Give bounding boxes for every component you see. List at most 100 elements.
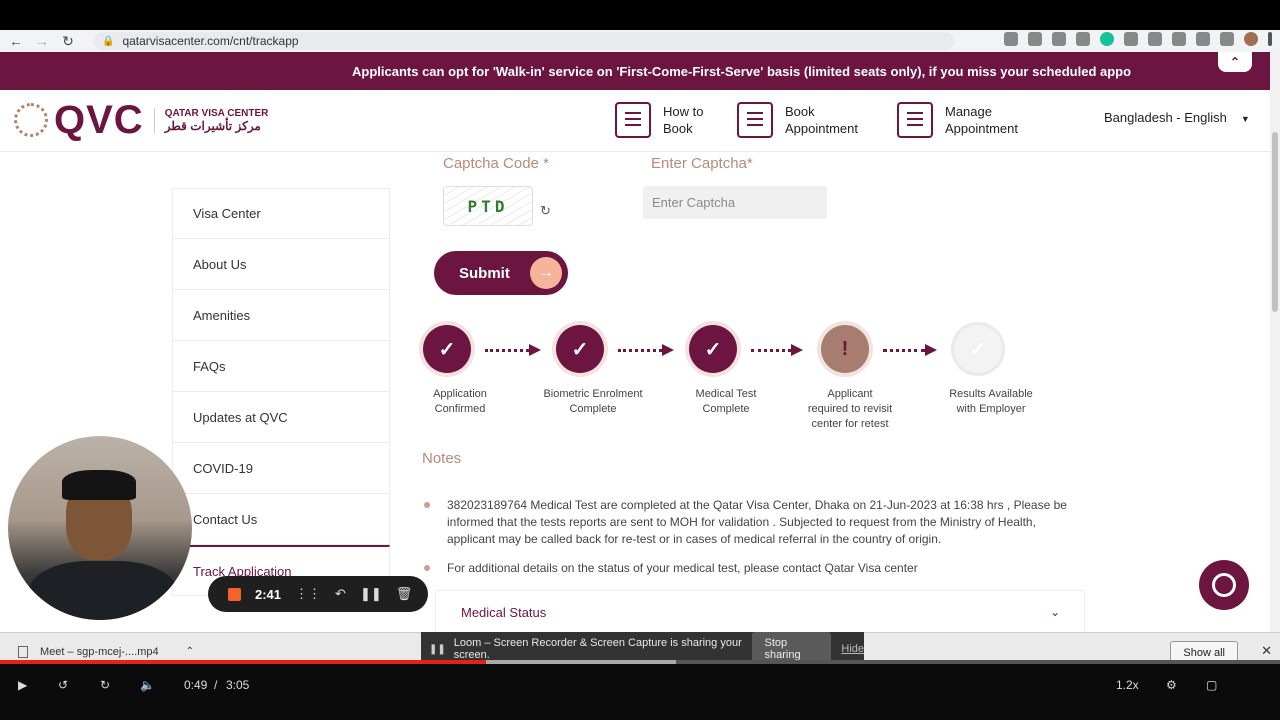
submit-button[interactable]: Submit → — [434, 251, 568, 295]
banner-text: Applicants can opt for 'Walk-in' service… — [352, 63, 1132, 79]
buffer-bar — [486, 660, 677, 664]
accordion-label: Medical Status — [461, 604, 547, 620]
caret-down-icon: ▼ — [1240, 114, 1250, 124]
enter-captcha-label: Enter Captcha* — [651, 155, 753, 172]
step-label-line: Applicant — [827, 388, 873, 400]
volume-icon[interactable]: 🔈 — [140, 678, 155, 692]
menu-line2: Appointment — [785, 121, 858, 136]
hide-link[interactable]: Hide — [841, 643, 864, 655]
video-progress-bar[interactable] — [0, 660, 1280, 664]
menu-how-to-book[interactable]: How to Book — [615, 102, 753, 138]
extension-icon[interactable] — [1172, 32, 1186, 46]
submit-label: Submit — [459, 264, 510, 282]
sidebar-item-covid[interactable]: COVID-19 — [172, 443, 390, 494]
shield-icon[interactable] — [1124, 32, 1138, 46]
note-medical-test: 382023189764 Medical Test are completed … — [447, 498, 1067, 546]
step-application-confirmed-check-icon: ✓ — [423, 325, 471, 373]
settings-gear-icon[interactable]: ⚙ — [1166, 678, 1177, 692]
logo-subtitle-en: QATAR VISA CENTER — [164, 107, 269, 119]
menu-manage-appointment[interactable]: Manage Appointment — [897, 102, 1035, 138]
step-label-line: Complete — [702, 403, 750, 415]
profile-avatar[interactable] — [1244, 32, 1258, 46]
menu-kebab-icon[interactable] — [1268, 32, 1272, 46]
puzzle-icon[interactable] — [1196, 32, 1210, 46]
download-item[interactable]: Meet – sgp-mcej-....mp4 ⌃ — [18, 645, 194, 658]
google-icon[interactable] — [1028, 32, 1042, 46]
back-icon[interactable]: ← — [6, 31, 26, 51]
grammarly-icon[interactable] — [1100, 32, 1114, 46]
sidebar-item-about-us[interactable]: About Us — [172, 239, 390, 290]
play-icon[interactable]: ▶ — [18, 678, 27, 692]
medical-status-accordion[interactable]: Medical Status ⌄ — [435, 590, 1085, 632]
address-bar[interactable]: 🔒 qatarvisacenter.com/cnt/trackapp — [94, 32, 954, 50]
menu-line2: Appointment — [945, 121, 1018, 136]
close-icon[interactable]: ✕ — [1261, 643, 1272, 659]
forward-icon[interactable]: ↻ — [100, 678, 110, 692]
step-connector — [751, 344, 803, 356]
menu-line1: Book — [785, 104, 815, 119]
qvc-logo[interactable]: QVC QATAR VISA CENTER مركز تأشيرات قطر — [14, 100, 268, 140]
forward-icon[interactable]: → — [32, 31, 52, 51]
notes-heading: Notes — [422, 450, 462, 467]
refresh-captcha-icon[interactable]: ↻ — [540, 203, 551, 219]
recording-controls: 2:41 ⋮⋮ ↶ ❚❚ 🗑 — [208, 576, 428, 612]
caret-up-icon[interactable]: ⌃ — [186, 646, 194, 657]
share-icon[interactable] — [1052, 32, 1066, 46]
document-pen-icon — [615, 102, 651, 138]
pause-icon[interactable]: ❚❚ — [360, 586, 382, 602]
lock-icon: 🔒 — [102, 35, 115, 47]
webcam-bubble[interactable] — [8, 436, 192, 620]
stop-recording-icon[interactable] — [228, 587, 241, 601]
bullet-icon — [424, 502, 430, 508]
url-text: qatarvisacenter.com/cnt/trackapp — [122, 34, 299, 48]
step-connector — [883, 344, 937, 356]
bookmark-star-icon[interactable] — [1076, 32, 1090, 46]
pen-icon[interactable] — [1148, 32, 1162, 46]
file-icon — [18, 645, 28, 658]
playback-speed[interactable]: 1.2x — [1116, 678, 1139, 692]
chevron-down-icon: ⌄ — [1049, 605, 1060, 619]
rewind-icon[interactable]: ↺ — [58, 678, 68, 692]
browser-toolbar: ← → ↻ 🔒 qatarvisacenter.com/cnt/trackapp — [0, 30, 1280, 52]
current-time: 0:49 — [184, 678, 208, 692]
share-message: Loom – Screen Recorder & Screen Capture … — [453, 637, 742, 661]
sidebar-item-faqs[interactable]: FAQs — [172, 341, 390, 392]
arrow-right-icon: → — [530, 257, 562, 289]
chat-icon[interactable] — [1199, 560, 1249, 610]
step-label-medical: Medical Test Complete — [671, 387, 781, 417]
reload-icon[interactable]: ↻ — [58, 31, 78, 51]
camera-icon[interactable] — [1004, 32, 1018, 46]
step-label-line: Results Available — [949, 388, 1033, 400]
download-file-name: Meet – sgp-mcej-....mp4 — [40, 645, 159, 658]
captcha-input[interactable] — [643, 186, 827, 219]
page-scrollbar[interactable] — [1270, 52, 1280, 632]
sidebar-item-updates[interactable]: Updates at QVC — [172, 392, 390, 443]
sidebar-item-visa-center[interactable]: Visa Center — [172, 188, 390, 239]
sidebar-item-contact-us[interactable]: Contact Us — [172, 494, 390, 545]
sidebar-item-amenities[interactable]: Amenities — [172, 290, 390, 341]
step-label-line: Biometric Enrolment — [543, 388, 643, 400]
fullscreen-icon[interactable]: ▢ — [1206, 678, 1217, 692]
trash-icon[interactable]: 🗑 — [396, 586, 413, 602]
step-label-revisit: Applicant required to revisit center for… — [795, 387, 905, 432]
calendar-check-icon — [897, 102, 933, 138]
drag-handle-icon[interactable]: ⋮⋮ — [295, 586, 321, 602]
video-player-bar: ▶ ↺ ↻ 🔈 0:49 / 3:05 1.2x ⚙ ▢ — [0, 660, 1280, 720]
sidebar-icon[interactable] — [1220, 32, 1234, 46]
logo-subtitle-ar: مركز تأشيرات قطر — [164, 118, 261, 133]
undo-icon[interactable]: ↶ — [335, 586, 346, 602]
step-label-line: Medical Test — [695, 388, 757, 400]
step-label-application: Application Confirmed — [405, 387, 515, 417]
menu-book-appointment[interactable]: Book Appointment — [737, 102, 875, 138]
language-selector[interactable]: Bangladesh - English ▼ — [1104, 110, 1250, 125]
note-additional-details: For additional details on the status of … — [447, 561, 918, 575]
scrollbar-thumb[interactable] — [1272, 132, 1278, 312]
menu-line2: Book — [663, 121, 693, 136]
presenter-hair — [62, 470, 136, 500]
step-medical-check-icon: ✓ — [689, 325, 737, 373]
collapse-banner-icon[interactable]: ⌃ — [1218, 52, 1252, 72]
step-label-line: required to revisit — [807, 403, 893, 415]
language-label: Bangladesh - English — [1104, 110, 1227, 125]
logo-emblem-icon — [14, 103, 48, 137]
website: Applicants can opt for 'Walk-in' service… — [0, 52, 1270, 632]
